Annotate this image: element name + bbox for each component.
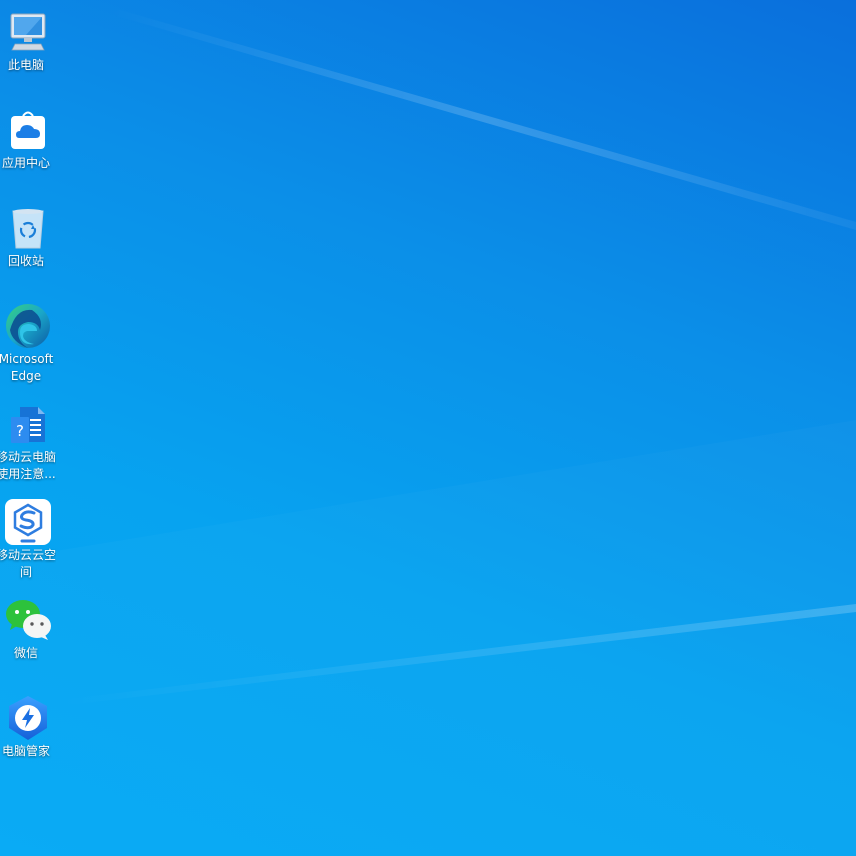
pc-manager-icon xyxy=(4,694,52,742)
desktop-icon-label: 移动云云空 间 xyxy=(0,548,56,579)
app-center-icon xyxy=(4,106,52,154)
desktop-icon-label: 应用中心 xyxy=(1,156,50,170)
desktop-icon-label: Microsoft Edge xyxy=(0,352,54,383)
desktop-icon-microsoft-edge[interactable]: Microsoft Edge xyxy=(0,302,56,385)
desktop-wallpaper: 此电脑 应用中心 回收站 Microsoft Edge ? 移动云电脑 使用注意… xyxy=(0,0,856,856)
desktop-icon-label: 微信 xyxy=(13,646,38,660)
cloud-space-icon xyxy=(4,498,52,546)
desktop-icon-app-center[interactable]: 应用中心 xyxy=(0,106,56,172)
desktop-icon-this-pc[interactable]: 此电脑 xyxy=(0,8,56,74)
desktop-icon-recycle-bin[interactable]: 回收站 xyxy=(0,204,56,270)
recycle-bin-icon xyxy=(4,204,52,252)
desktop-icon-label: 电脑管家 xyxy=(1,744,50,758)
desktop-icon-wechat[interactable]: 微信 xyxy=(0,596,56,662)
desktop-icon-pc-manager[interactable]: 电脑管家 xyxy=(0,694,56,760)
document-help-icon: ? xyxy=(4,400,52,448)
computer-icon xyxy=(4,8,52,56)
edge-browser-icon xyxy=(4,302,52,350)
wallpaper-light-streaks xyxy=(60,10,856,706)
desktop-icon-label: 回收站 xyxy=(7,254,44,268)
desktop-icon-label: 此电脑 xyxy=(7,58,44,72)
desktop-icon-cloud-space[interactable]: 移动云云空 间 xyxy=(0,498,56,581)
desktop-icon-cloud-pc-notes[interactable]: ? 移动云电脑 使用注意... xyxy=(0,400,56,483)
desktop-icon-label: 移动云电脑 使用注意... xyxy=(0,450,56,481)
svg-text:?: ? xyxy=(16,422,24,440)
wechat-icon xyxy=(4,596,52,644)
